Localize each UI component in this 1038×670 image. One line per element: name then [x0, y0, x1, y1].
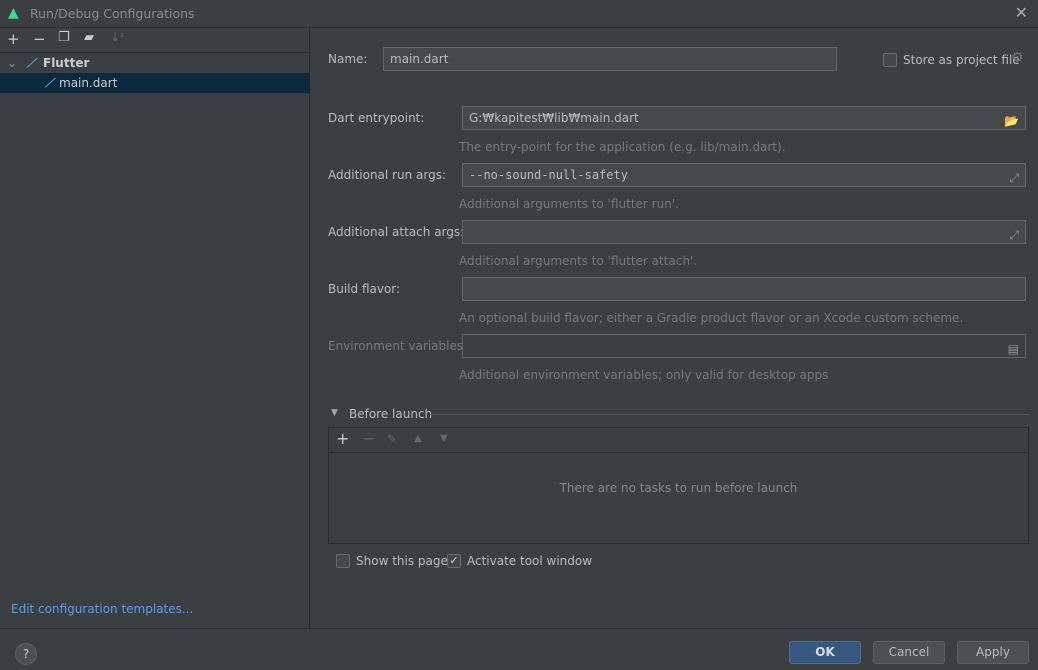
copy-icon[interactable]: ❐: [58, 30, 70, 52]
add-icon[interactable]: +: [7, 30, 20, 52]
apply-button[interactable]: Apply: [957, 641, 1029, 664]
collapse-triangle-icon[interactable]: ▼: [331, 408, 338, 418]
android-icon: ▲: [8, 5, 19, 21]
store-as-project-checkbox[interactable]: [883, 53, 897, 67]
run-args-hint: Additional arguments to 'flutter run'.: [459, 197, 679, 211]
activate-tool-window-checkbox[interactable]: ✓: [447, 554, 461, 568]
entrypoint-value: G:₩kapitest₩lib₩main.dart: [469, 111, 639, 125]
env-vars-input[interactable]: ▤: [462, 334, 1026, 358]
entrypoint-label: Dart entrypoint:: [328, 111, 425, 125]
attach-args-input[interactable]: ⤢: [462, 220, 1026, 244]
show-page-label: Show this page: [356, 554, 448, 568]
env-hint: Additional environment variables; only v…: [459, 368, 829, 382]
new-folder-icon[interactable]: ▰: [84, 30, 94, 52]
help-button[interactable]: ?: [15, 643, 37, 665]
document-icon[interactable]: ▤: [1008, 338, 1019, 360]
flavor-hint: An optional build flavor; either a Gradl…: [459, 311, 964, 325]
empty-tasks-text: There are no tasks to run before launch: [559, 481, 798, 495]
run-args-value: --no-sound-null-safety: [469, 168, 628, 182]
run-args-label: Additional run args:: [328, 168, 447, 182]
move-up-icon[interactable]: ▲: [414, 433, 422, 444]
cancel-button[interactable]: Cancel: [873, 641, 945, 664]
config-sidebar: [0, 28, 310, 628]
flutter-icon: ⟋: [27, 56, 36, 70]
build-flavor-input[interactable]: [462, 277, 1026, 301]
chevron-down-icon[interactable]: ⌄: [7, 53, 17, 73]
entrypoint-input[interactable]: G:₩kapitest₩lib₩main.dart 📂: [462, 106, 1026, 130]
tree-item-label: main.dart: [59, 76, 118, 90]
show-page-checkbox[interactable]: [336, 554, 350, 568]
tree-item-main-dart[interactable]: ⟋ main.dart: [0, 73, 310, 93]
edit-templates-link[interactable]: Edit configuration templates...: [11, 602, 193, 616]
flutter-icon: ⟋: [45, 76, 54, 90]
env-label: Environment variables:: [328, 339, 468, 353]
ok-button[interactable]: OK: [789, 641, 861, 664]
attach-args-hint: Additional arguments to 'flutter attach'…: [459, 254, 698, 268]
run-args-input[interactable]: --no-sound-null-safety ⤢: [462, 163, 1026, 187]
activate-label: Activate tool window: [467, 554, 593, 568]
flavor-label: Build flavor:: [328, 282, 401, 296]
folder-icon[interactable]: 📂: [1004, 110, 1019, 132]
close-icon[interactable]: ✕: [1015, 3, 1028, 22]
window-title: Run/Debug Configurations: [30, 6, 195, 21]
remove-task-icon[interactable]: −: [362, 429, 375, 448]
store-label: Store as project file: [903, 53, 1020, 67]
name-input[interactable]: main.dart: [383, 47, 837, 71]
before-launch-list: + − ✎ ▲ ▼ There are no tasks to run befo…: [328, 427, 1029, 544]
before-launch-title[interactable]: Before launch: [349, 407, 432, 421]
name-label: Name:: [328, 52, 368, 66]
sort-icon[interactable]: ↓ᶻ: [110, 30, 124, 52]
tree-group-flutter[interactable]: ⌄ ⟋ Flutter: [0, 53, 310, 73]
title-bar: ▲ Run/Debug Configurations ✕: [0, 0, 1038, 28]
move-down-icon[interactable]: ▼: [440, 433, 448, 444]
attach-args-label: Additional attach args:: [328, 225, 465, 239]
gear-icon[interactable]: ⚙: [1011, 50, 1024, 66]
expand-icon[interactable]: ⤢: [1009, 167, 1019, 189]
add-task-icon[interactable]: +: [336, 429, 349, 448]
expand-icon[interactable]: ⤢: [1009, 224, 1019, 246]
remove-icon[interactable]: −: [33, 30, 46, 52]
edit-icon[interactable]: ✎: [387, 432, 397, 446]
entrypoint-hint: The entry-point for the application (e.g…: [459, 140, 786, 154]
tree-group-label: Flutter: [43, 56, 90, 70]
